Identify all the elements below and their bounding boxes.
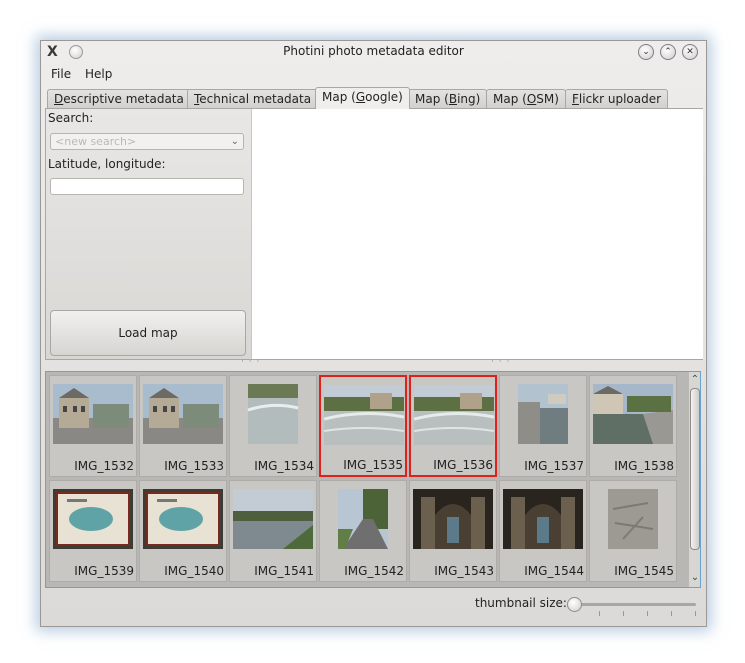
slider-tick [647,611,648,616]
thumbnail-size-slider[interactable] [571,603,696,606]
thumbnail-image [414,385,494,445]
thumbnail-size-label: thumbnail size: [475,596,567,610]
thumbnail-item[interactable]: IMG_1545 [589,480,677,582]
load-map-button[interactable]: Load map [50,310,246,356]
splitter-grip-right[interactable]: · · · [491,357,510,367]
chevron-down-icon[interactable]: ⌄ [231,134,239,149]
maximize-icon[interactable]: ⌃ [660,44,676,60]
scrollbar-handle[interactable] [690,388,700,550]
minimize-icon[interactable]: ⌄ [638,44,654,60]
menu-bar: File Help [41,65,706,85]
thumbnail-item[interactable]: IMG_1534 [229,375,317,477]
thumbnail-label: IMG_1535 [343,458,403,472]
thumbnail-image [233,384,313,444]
thumbnail-label: IMG_1532 [74,459,134,473]
tab-technical-metadata[interactable]: Technical metadata [187,89,319,108]
thumbnail-image [324,385,404,445]
main-window: X Photini photo metadata editor ⌄ ⌃ ✕ Fi… [40,40,707,627]
thumbnail-label: IMG_1545 [614,564,674,578]
close-icon[interactable]: ✕ [682,44,698,60]
slider-tick [599,611,600,616]
thumbnail-item[interactable]: IMG_1543 [409,480,497,582]
thumbnail-image [593,489,673,549]
scroll-down-icon[interactable]: ⌄ [689,572,700,584]
thumbnail-label: IMG_1534 [254,459,314,473]
thumbnail-item[interactable]: IMG_1538 [589,375,677,477]
splitter-grip-left[interactable]: · · · [241,357,260,367]
slider-tick [623,611,624,616]
thumbnail-label: IMG_1544 [524,564,584,578]
thumbnail-item[interactable]: IMG_1541 [229,480,317,582]
thumbnail-image [233,489,313,549]
map-panel: Search: <new search> ⌄ Latitude, longitu… [45,108,703,360]
tab-map-bing[interactable]: Map (Bing) [408,89,488,108]
thumbnail-image [143,384,223,444]
thumbnail-label: IMG_1536 [433,458,493,472]
thumbnail-label: IMG_1537 [524,459,584,473]
search-label: Search: [48,111,94,125]
window-title: Photini photo metadata editor [283,44,464,58]
thumbnail-item[interactable]: IMG_1539 [49,480,137,582]
thumbnail-image [503,489,583,549]
thumbnail-item[interactable]: IMG_1537 [499,375,587,477]
thumbnail-item[interactable]: IMG_1542 [319,480,407,582]
thumbnail-item[interactable]: IMG_1533 [139,375,227,477]
tab-map-google[interactable]: Map (Google) [315,87,410,109]
thumbnail-label: IMG_1542 [344,564,404,578]
menu-file[interactable]: File [51,67,71,81]
thumbnail-gallery[interactable]: IMG_1532 IMG_1533 IMG_1534 IMG_1535 IMG_1536… [45,371,701,588]
thumbnail-image [503,384,583,444]
slider-tick [671,611,672,616]
thumbnail-label: IMG_1540 [164,564,224,578]
search-combobox[interactable]: <new search> ⌄ [50,133,244,150]
slider-tick [695,611,696,616]
thumbnail-image [323,489,403,549]
thumbnail-item[interactable]: IMG_1540 [139,480,227,582]
tab-map-osm[interactable]: Map (OSM) [486,89,566,108]
thumbnail-image [143,489,223,549]
search-placeholder: <new search> [55,135,137,148]
splitter-handle[interactable]: · · · · · · [41,357,706,368]
thumbnail-item[interactable]: IMG_1544 [499,480,587,582]
thumbnail-label: IMG_1543 [434,564,494,578]
footer-bar: thumbnail size: [41,593,706,623]
thumbnail-item[interactable]: IMG_1536 [409,375,497,477]
gallery-scrollbar[interactable]: ⌃ ⌄ [689,372,700,587]
scroll-up-icon[interactable]: ⌃ [689,374,700,386]
thumbnail-image [593,384,673,444]
thumbnail-size-slider-knob[interactable] [567,597,582,612]
thumbnail-image [53,384,133,444]
thumbnail-label: IMG_1533 [164,459,224,473]
thumbnail-label: IMG_1538 [614,459,674,473]
thumbnail-item[interactable]: IMG_1535 [319,375,407,477]
thumbnail-image [53,489,133,549]
map-view[interactable] [251,109,703,359]
latlon-input[interactable] [50,178,244,195]
tab-flickr-uploader[interactable]: Flickr uploader [565,89,669,108]
menu-help[interactable]: Help [85,67,112,81]
tab-bar: Descriptive metadata Technical metadata … [45,87,705,109]
thumbnail-label: IMG_1541 [254,564,314,578]
thumbnail-label: IMG_1539 [74,564,134,578]
thumbnail-image [413,489,493,549]
thumbnail-item[interactable]: IMG_1532 [49,375,137,477]
title-bar[interactable]: X Photini photo metadata editor ⌄ ⌃ ✕ [41,41,706,63]
latlon-label: Latitude, longitude: [48,157,166,171]
tab-descriptive-metadata[interactable]: Descriptive metadata [47,89,191,108]
